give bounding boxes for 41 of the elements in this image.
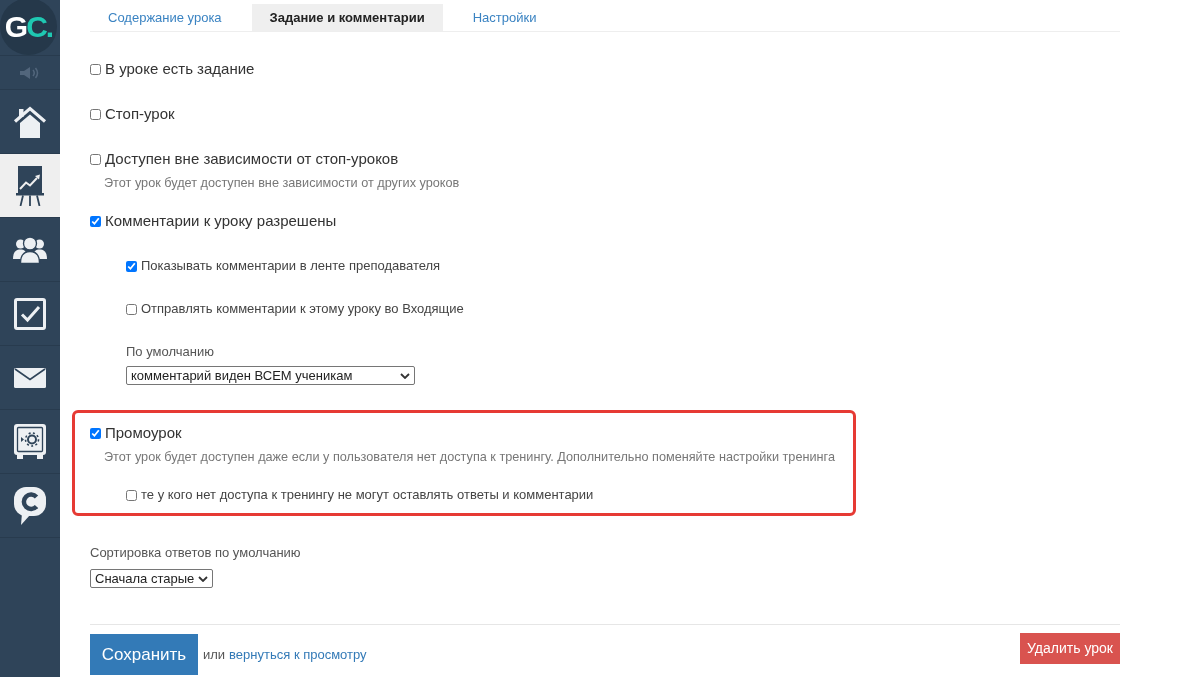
hint-text: Этот урок будет доступен даже если у пользователя нет доступа к тренингу. Дополнительно поменяйте настройки тренинга: [104, 449, 835, 466]
tab[interactable]: Содержание урока: [90, 4, 240, 31]
or-text: или: [203, 645, 226, 664]
safe-icon: [14, 424, 46, 459]
checkbox[interactable]: [126, 303, 137, 315]
checkbox[interactable]: [90, 427, 101, 439]
option-label: те у кого нет доступа к тренингу не могут оставлять ответы и комментарии: [141, 486, 594, 505]
field-label: Сортировка ответов по умолчанию: [90, 544, 301, 562]
chat-bubble-icon: [14, 486, 46, 525]
hint-text: Этот урок будет доступен вне зависимости от других уроков: [104, 175, 460, 192]
home-icon: [13, 105, 47, 138]
logo[interactable]: GC.: [0, 0, 57, 55]
checkbox[interactable]: [90, 153, 101, 165]
checked-box-icon: [14, 297, 46, 330]
checkbox[interactable]: [90, 63, 101, 75]
chevron-down-icon: [400, 372, 410, 379]
option-label: Доступен вне зависимости от стоп-уроков: [105, 148, 399, 169]
checkbox[interactable]: [90, 108, 101, 120]
save-button[interactable]: Сохранить: [90, 634, 198, 675]
option-label: Комментарии к уроку разрешены: [105, 210, 337, 231]
option-label: В уроке есть задание: [105, 58, 255, 79]
option-label: Отправлять комментарии к этому уроку во Входящие: [141, 300, 464, 319]
presentation-chart-icon: [16, 165, 44, 206]
checkbox[interactable]: [90, 215, 101, 227]
checkbox[interactable]: [126, 260, 137, 272]
checkbox[interactable]: [126, 489, 137, 501]
tab[interactable]: Задание и комментарии: [251, 4, 443, 31]
dropdown[interactable]: комментарий виден ВСЕМ ученикам: [126, 366, 415, 385]
option-label: Показывать комментарии в ленте преподавателя: [141, 257, 441, 276]
delete-button[interactable]: Удалить урок: [1020, 633, 1120, 664]
people-icon: [13, 235, 47, 264]
mail-icon: [14, 367, 46, 388]
sidebar-item[interactable]: [0, 154, 60, 218]
back-link[interactable]: вернуться к просмотру: [229, 644, 367, 665]
option-label: Промоурок: [105, 422, 182, 443]
field-label: По умолчанию: [126, 343, 214, 361]
dropdown[interactable]: Сначала старые: [90, 569, 214, 588]
option-label: Стоп-урок: [105, 103, 175, 124]
chevron-down-icon: [198, 575, 209, 582]
tab[interactable]: Настройки: [454, 4, 555, 31]
speaker-icon: [20, 66, 40, 79]
